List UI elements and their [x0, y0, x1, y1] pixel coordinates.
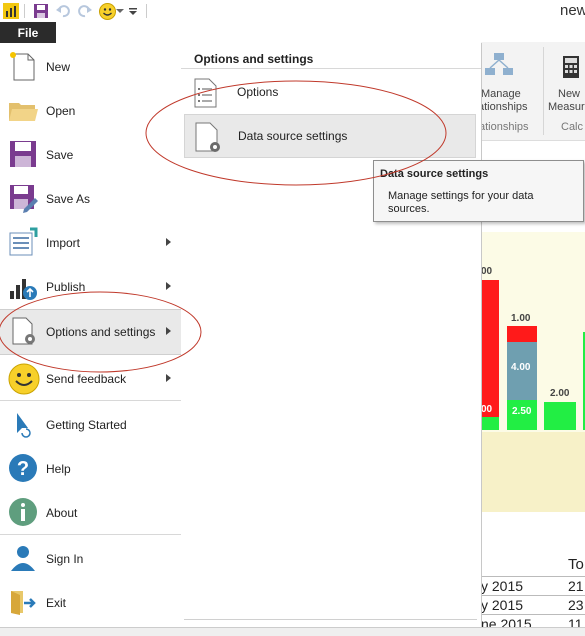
options-settings-panel: Options and settings Options Data source…	[181, 43, 482, 627]
divider	[543, 47, 544, 135]
new-label: New	[558, 88, 581, 100]
divider	[146, 4, 147, 18]
divider	[0, 534, 181, 535]
menu-item-sign-in[interactable]: Sign In	[0, 537, 181, 581]
redo-icon[interactable]	[76, 2, 94, 20]
chart-bar	[481, 280, 499, 417]
submenu-item-options[interactable]: Options	[184, 71, 474, 113]
manage-relationships-icon	[484, 52, 514, 78]
file-menu: New Open Save Save As Import Publish Opt…	[0, 43, 182, 627]
data-label: 00	[481, 266, 493, 277]
exit-icon	[8, 587, 38, 617]
divider	[24, 4, 25, 18]
menu-item-open[interactable]: Open	[0, 89, 181, 133]
window-title: new	[560, 2, 585, 19]
data-source-settings-icon	[195, 122, 220, 152]
chart-bar	[507, 326, 537, 342]
calc-label: Calc	[561, 121, 584, 133]
divider	[184, 619, 477, 620]
info-icon	[8, 497, 38, 527]
chart-bar	[544, 402, 576, 430]
measure-label: Measur	[548, 101, 585, 113]
menu-item-new[interactable]: New	[0, 45, 181, 89]
svg-text:?: ?	[17, 458, 29, 480]
table-row: y 2015 23	[481, 595, 585, 613]
menu-item-help[interactable]: ? Help	[0, 447, 181, 491]
chart-shadow	[481, 432, 585, 512]
menu-item-publish[interactable]: Publish	[0, 265, 181, 309]
menu-item-save[interactable]: Save	[0, 133, 181, 177]
chart-bar	[481, 417, 499, 430]
manage-label: Manage	[481, 88, 521, 100]
new-file-icon	[8, 51, 38, 81]
tooltip: Data source settings Manage settings for…	[373, 160, 584, 222]
chevron-right-icon	[166, 374, 171, 382]
menu-item-getting-started[interactable]: Getting Started	[0, 403, 181, 447]
table-header: To	[568, 556, 584, 573]
help-icon: ?	[8, 453, 38, 483]
data-label: 1.00	[511, 313, 531, 324]
panel-header: Options and settings	[181, 48, 481, 69]
options-icon	[194, 78, 218, 108]
data-label: 4.00	[511, 362, 531, 373]
menu-item-about[interactable]: About	[0, 491, 181, 535]
dropdown-icon[interactable]	[115, 2, 125, 20]
group-label: ationships	[479, 121, 529, 133]
tooltip-body: Manage settings for your data sources.	[388, 190, 534, 215]
tooltip-title: Data source settings	[380, 168, 489, 180]
menu-item-exit[interactable]: Exit	[0, 581, 181, 625]
save-as-icon	[8, 183, 38, 213]
options-settings-icon	[8, 316, 38, 346]
power-bi-logo-icon[interactable]	[2, 2, 20, 20]
publish-icon	[8, 271, 38, 301]
background-ribbon: Manage ationships ationships New Measur …	[478, 42, 585, 141]
getting-started-icon	[8, 409, 38, 439]
new-measure-icon	[563, 56, 579, 78]
chevron-right-icon	[166, 327, 171, 335]
title-bar: new	[0, 0, 585, 22]
table-row: ne 2015 11	[481, 614, 585, 628]
menu-item-options-and-settings[interactable]: Options and settings	[0, 309, 181, 355]
chevron-right-icon	[166, 282, 171, 290]
smiley-icon[interactable]	[98, 2, 116, 20]
panel-title: Options and settings	[194, 52, 314, 66]
user-icon	[8, 543, 38, 573]
save-icon[interactable]	[32, 2, 50, 20]
smiley-icon	[8, 363, 40, 395]
menu-item-import[interactable]: Import	[0, 221, 181, 265]
chevron-right-icon	[166, 238, 171, 246]
import-icon	[8, 227, 38, 257]
menu-item-send-feedback[interactable]: Send feedback	[0, 357, 181, 401]
submenu-item-data-source-settings[interactable]: Data source settings	[184, 114, 476, 158]
customize-icon[interactable]	[127, 2, 139, 20]
data-label: 2.50	[512, 406, 532, 417]
open-folder-icon	[8, 95, 38, 125]
background-table: To y 2015 21 y 2015 23 ne 2015 11	[481, 556, 585, 628]
save-icon	[8, 139, 38, 169]
divider	[0, 400, 181, 401]
data-label: 2.00	[550, 388, 570, 399]
data-label: 00	[481, 404, 493, 415]
file-tab[interactable]: File	[0, 22, 56, 43]
undo-icon[interactable]	[54, 2, 72, 20]
menu-item-save-as[interactable]: Save As	[0, 177, 181, 221]
chart-plot-area: 00 1.00 4.00 2.00 00 2.50	[481, 232, 585, 512]
manage-label-2: ationships	[478, 101, 528, 113]
table-row: y 2015 21	[481, 576, 585, 594]
